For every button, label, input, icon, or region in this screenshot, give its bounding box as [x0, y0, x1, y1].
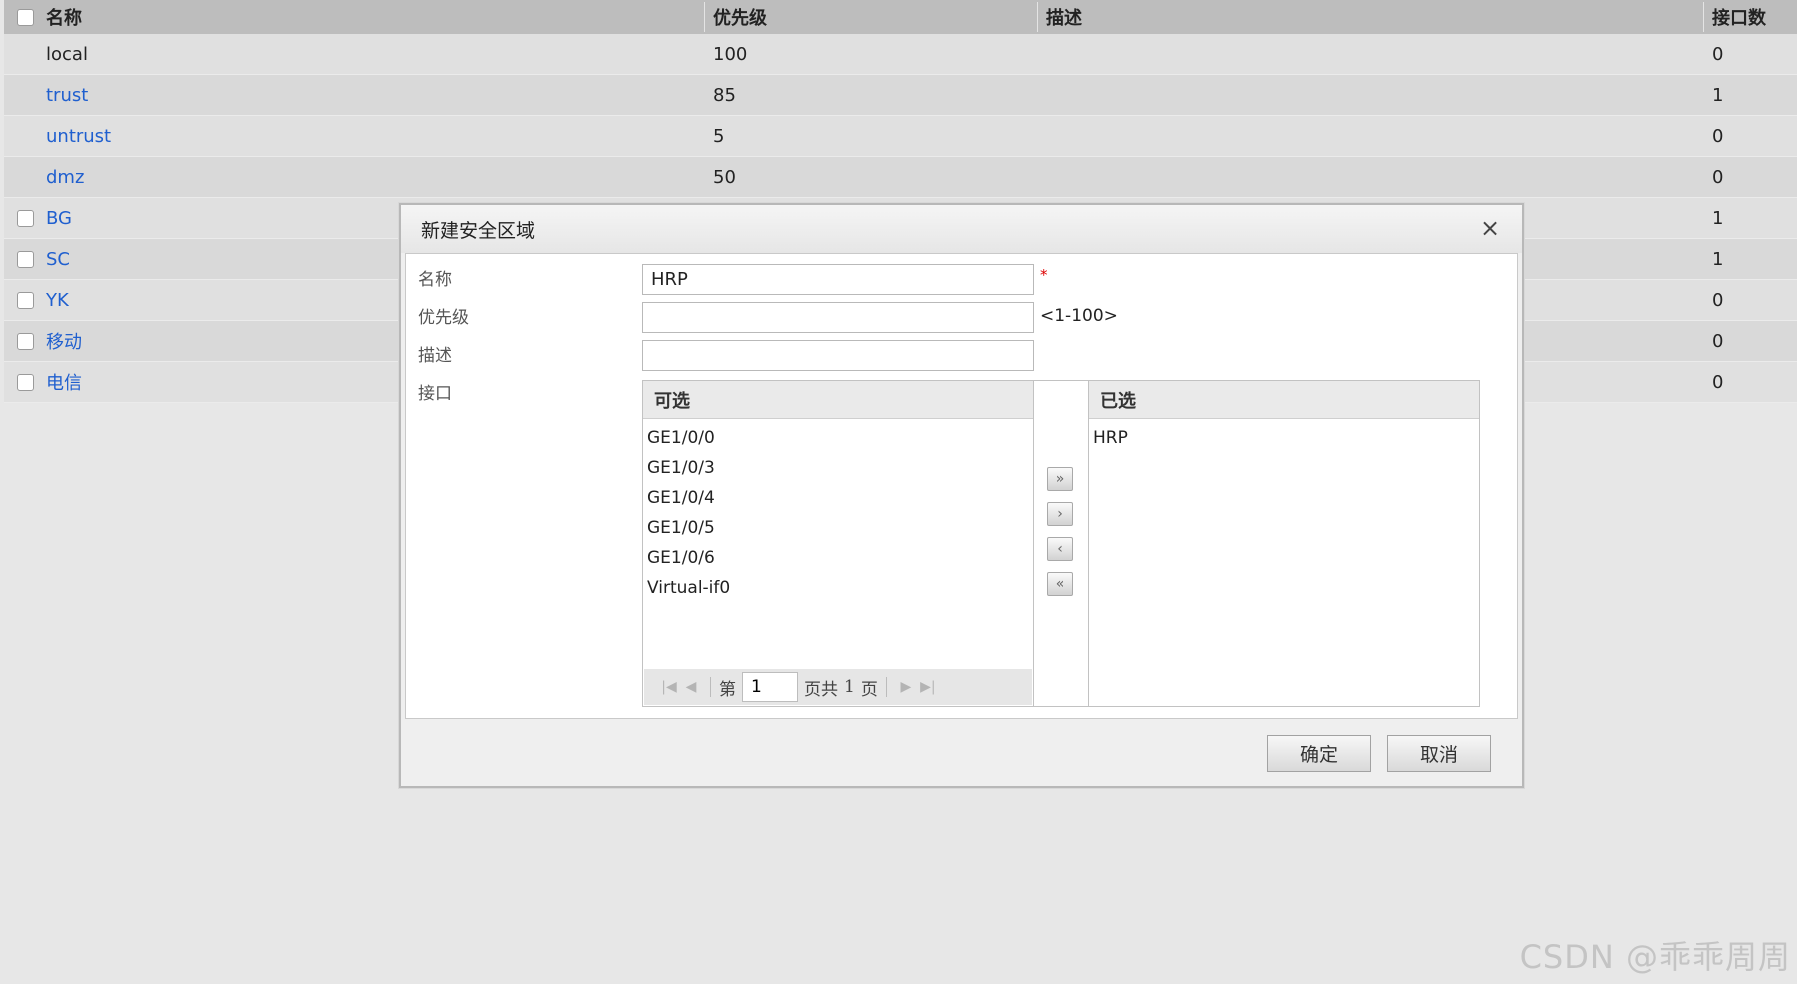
- zone-name: local: [46, 43, 88, 65]
- zone-name[interactable]: 电信: [46, 362, 82, 402]
- column-divider[interactable]: [704, 2, 705, 32]
- pager-unit: 页: [860, 679, 878, 700]
- dialog-title: 新建安全区域: [401, 205, 1522, 253]
- remove-button[interactable]: ‹: [1047, 537, 1073, 561]
- zone-name[interactable]: trust: [46, 75, 88, 115]
- ok-button[interactable]: 确定: [1267, 735, 1371, 772]
- interface-option[interactable]: GE1/0/4: [643, 483, 1033, 513]
- table-row[interactable]: local 100 0: [4, 34, 1797, 75]
- table-row[interactable]: trust 85 1: [4, 75, 1797, 116]
- priority-label: 优先级: [418, 308, 469, 328]
- zone-name[interactable]: 移动: [46, 321, 82, 361]
- dialog-form: 名称 * 优先级 <1-100> 描述 接口 可选 GE1/0/0GE1/0/3…: [405, 253, 1518, 719]
- add-button[interactable]: ›: [1047, 502, 1073, 526]
- zone-interface-count: 0: [1712, 166, 1724, 188]
- interface-option[interactable]: GE1/0/6: [643, 543, 1033, 573]
- header-description[interactable]: 描述: [1046, 0, 1082, 34]
- new-security-zone-dialog: 新建安全区域 × 名称 * 优先级 <1-100> 描述 接口 可选 GE1/0…: [399, 203, 1524, 788]
- description-input[interactable]: [642, 340, 1034, 371]
- pager: |◀ ◀ 第 页共 1 页 ▶ ▶|: [644, 669, 1032, 705]
- pager-suffix: 页共: [804, 679, 838, 700]
- prev-page-icon[interactable]: ◀: [680, 679, 702, 695]
- zone-interface-count: 0: [1712, 330, 1724, 352]
- row-checkbox[interactable]: [17, 239, 34, 279]
- select-all-checkbox[interactable]: [17, 0, 34, 34]
- column-divider[interactable]: [1037, 2, 1038, 32]
- pager-total: 1: [844, 677, 855, 697]
- required-mark: *: [1040, 266, 1048, 284]
- zone-interface-count: 0: [1712, 43, 1724, 65]
- close-icon[interactable]: ×: [1480, 216, 1500, 240]
- zone-name[interactable]: BG: [46, 198, 72, 238]
- zone-interface-count: 1: [1712, 248, 1724, 270]
- available-list-header: 可选: [643, 381, 1033, 419]
- zone-name[interactable]: SC: [46, 239, 70, 279]
- zone-priority: 100: [713, 43, 748, 65]
- row-checkbox[interactable]: [17, 321, 34, 361]
- next-page-icon[interactable]: ▶: [895, 679, 917, 695]
- pager-divider: [710, 677, 711, 697]
- zone-interface-count: 0: [1712, 289, 1724, 311]
- description-label: 描述: [418, 346, 452, 366]
- interface-option[interactable]: GE1/0/3: [643, 453, 1033, 483]
- table-row[interactable]: untrust 5 0: [4, 116, 1797, 157]
- table-header: 名称 优先级 描述 接口数: [4, 0, 1797, 34]
- available-items: GE1/0/0 GE1/0/3 GE1/0/4 GE1/0/5 GE1/0/6 Virtu…: [643, 419, 1033, 603]
- zone-name[interactable]: untrust: [46, 116, 111, 156]
- pager-divider: [885, 677, 887, 697]
- transfer-buttons: » › ‹ «: [1034, 380, 1088, 707]
- zone-priority: 50: [713, 166, 736, 188]
- header-priority[interactable]: 优先级: [713, 0, 767, 34]
- available-interfaces-list: 可选 GE1/0/0 GE1/0/3 GE1/0/4 GE1/0/5 GE1/0/6 Vi…: [642, 380, 1034, 707]
- cancel-button[interactable]: 取消: [1387, 735, 1491, 772]
- zone-name[interactable]: dmz: [46, 157, 84, 197]
- zone-interface-count: 0: [1712, 371, 1724, 393]
- interface-option[interactable]: GE1/0/0: [643, 423, 1033, 453]
- add-all-button[interactable]: »: [1047, 467, 1073, 491]
- dialog-footer: 确定 取消: [401, 719, 1522, 788]
- zone-interface-count: 0: [1712, 125, 1724, 147]
- interface-option[interactable]: HRP: [1089, 423, 1479, 453]
- row-checkbox[interactable]: [17, 198, 34, 238]
- page-number-input[interactable]: [742, 672, 798, 702]
- zone-priority: 85: [713, 84, 736, 106]
- zone-interface-count: 1: [1712, 207, 1724, 229]
- table-row[interactable]: dmz 50 0: [4, 157, 1797, 198]
- interfaces-label: 接口: [418, 384, 452, 404]
- interface-option[interactable]: GE1/0/5: [643, 513, 1033, 543]
- priority-input[interactable]: [642, 302, 1034, 333]
- priority-range-hint: <1-100>: [1040, 306, 1118, 326]
- watermark: CSDN @乖乖周周: [1519, 938, 1791, 976]
- name-label: 名称: [418, 270, 452, 290]
- header-name[interactable]: 名称: [46, 0, 82, 34]
- row-checkbox[interactable]: [17, 280, 34, 320]
- first-page-icon[interactable]: |◀: [658, 679, 680, 695]
- selected-items: HRP: [1089, 419, 1479, 453]
- pager-prefix: 第: [719, 679, 736, 700]
- zone-name[interactable]: YK: [46, 280, 69, 320]
- selected-interfaces-list: 已选 HRP: [1088, 380, 1480, 707]
- zone-interface-count: 1: [1712, 84, 1724, 106]
- zone-priority: 5: [713, 125, 725, 147]
- remove-all-button[interactable]: «: [1047, 572, 1073, 596]
- row-checkbox[interactable]: [17, 362, 34, 402]
- header-interfaces[interactable]: 接口数: [1712, 0, 1766, 34]
- interface-option[interactable]: Virtual-if0: [643, 573, 1033, 603]
- name-input[interactable]: [642, 264, 1034, 295]
- selected-list-header: 已选: [1089, 381, 1479, 419]
- last-page-icon[interactable]: ▶|: [917, 679, 939, 695]
- column-divider[interactable]: [1703, 2, 1704, 32]
